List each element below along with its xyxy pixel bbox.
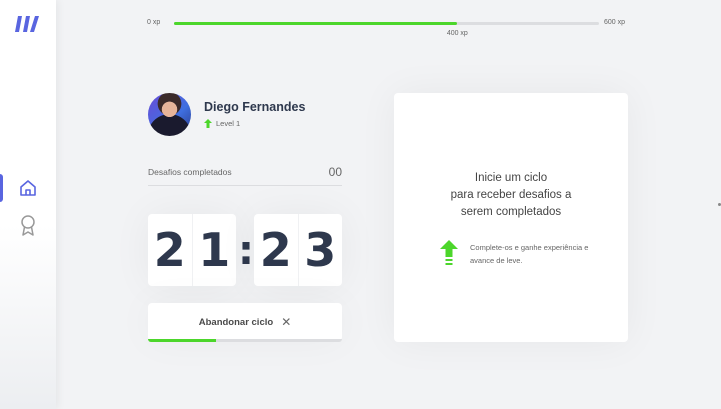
second-digit: 2 bbox=[259, 223, 292, 277]
xp-current-label: 400 xp bbox=[446, 30, 468, 37]
level-up-icon bbox=[204, 119, 212, 128]
minute-digit: 2 bbox=[153, 223, 186, 277]
xp-max-label: 600 xp bbox=[604, 19, 626, 26]
sidebar bbox=[0, 0, 56, 409]
xp-progress-bar bbox=[174, 22, 599, 25]
divider bbox=[148, 185, 342, 186]
countdown-minutes: 2 1 bbox=[148, 214, 236, 286]
countdown-seconds: 2 3 bbox=[254, 214, 342, 286]
home-icon[interactable] bbox=[18, 178, 38, 198]
close-icon: ✕ bbox=[281, 315, 292, 329]
xp-progress-fill bbox=[174, 22, 458, 25]
card-title-line: serem completados bbox=[460, 206, 562, 218]
abandon-cycle-label: Abandonar ciclo bbox=[198, 316, 274, 328]
user-name: Diego Fernandes bbox=[204, 100, 306, 114]
active-indicator bbox=[0, 174, 3, 202]
second-digit: 3 bbox=[297, 214, 343, 286]
minute-digit: 1 bbox=[191, 214, 237, 286]
card-title: Inicie um ciclo para receber desafios a … bbox=[394, 170, 628, 221]
logo-icon bbox=[15, 16, 39, 32]
abandon-cycle-button[interactable]: Abandonar ciclo ✕ bbox=[148, 303, 342, 341]
cycle-progress-bar bbox=[148, 339, 342, 342]
xp-min-label: 0 xp bbox=[147, 19, 161, 26]
level-row: Level 1 bbox=[204, 119, 240, 128]
award-icon[interactable] bbox=[18, 214, 38, 236]
challenges-completed-count: 00 bbox=[328, 165, 342, 179]
countdown-separator: : bbox=[238, 228, 254, 274]
challenge-card: Inicie um ciclo para receber desafios a … bbox=[394, 93, 628, 342]
card-title-line: Inicie um ciclo bbox=[474, 172, 548, 184]
challenges-completed-label: Desafios completados bbox=[148, 167, 232, 177]
card-hint-text: Complete-os e ganhe experiência e avance… bbox=[470, 243, 589, 265]
card-title-line: para receber desafios a bbox=[450, 189, 572, 201]
avatar bbox=[148, 93, 191, 136]
level-up-icon bbox=[440, 240, 458, 265]
cycle-progress-fill bbox=[148, 339, 216, 342]
level-label: Level 1 bbox=[216, 119, 241, 128]
